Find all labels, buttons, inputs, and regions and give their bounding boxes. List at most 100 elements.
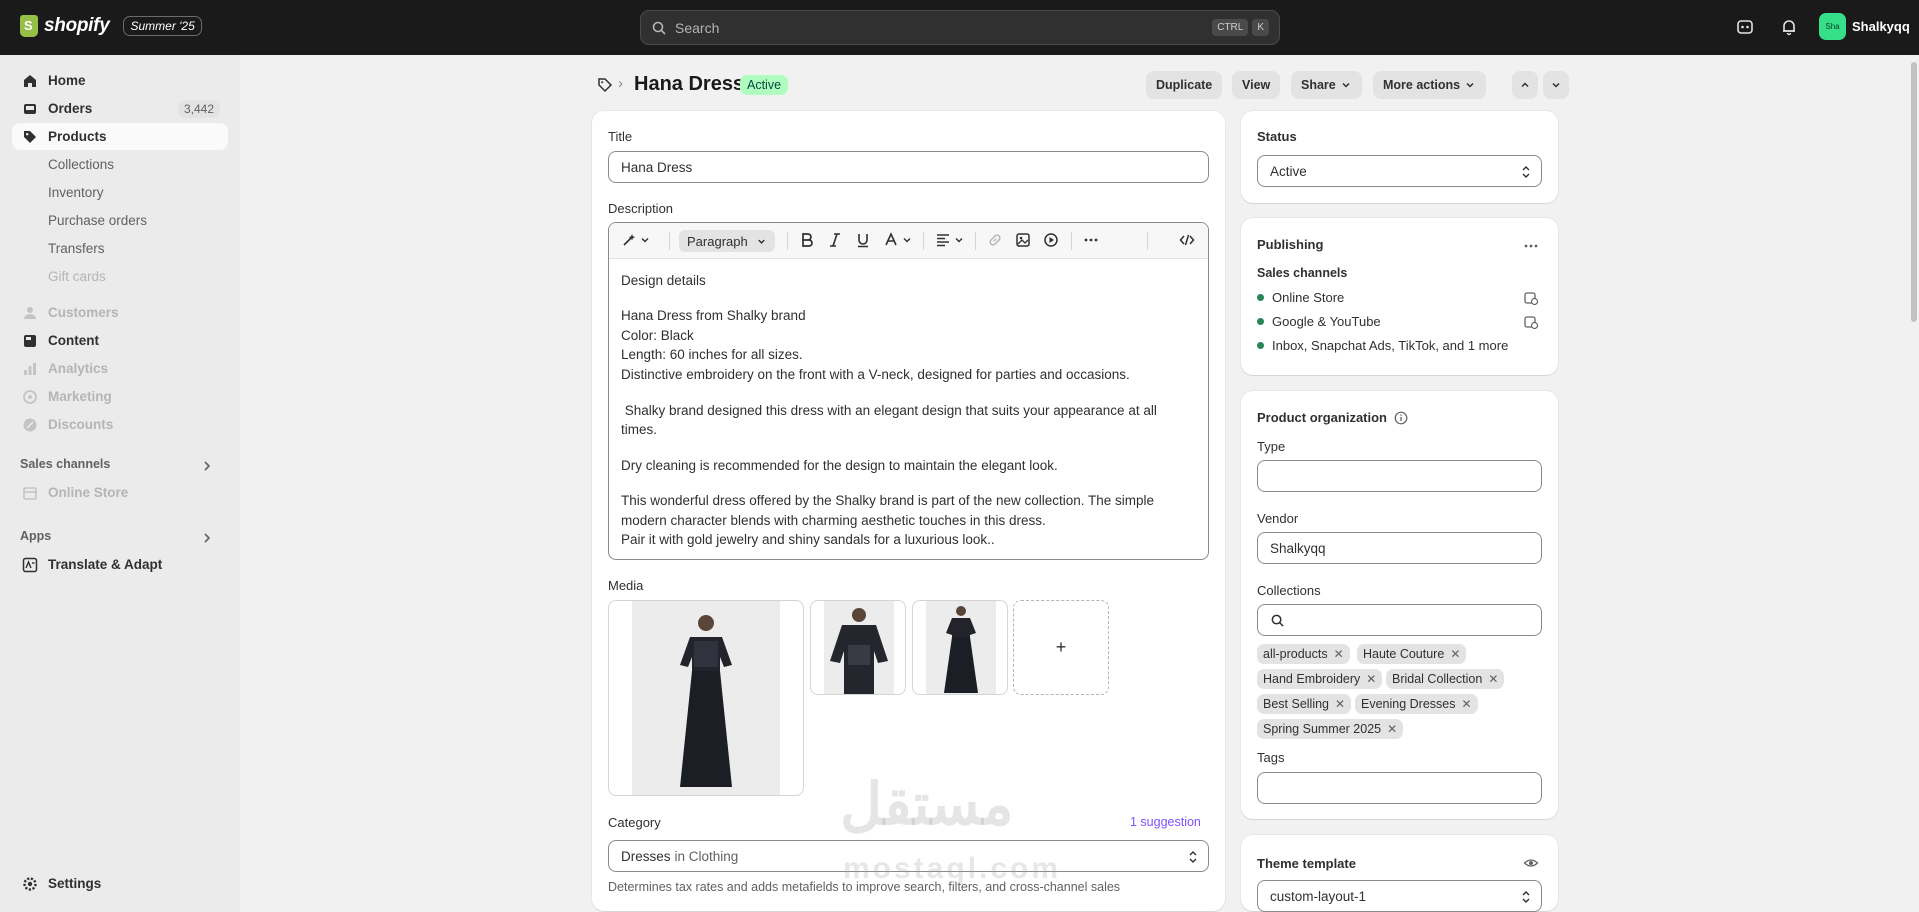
sidekick-icon[interactable]: [1736, 18, 1754, 36]
type-input[interactable]: [1257, 460, 1542, 492]
sidebar-item-label: Home: [48, 73, 86, 88]
link-icon[interactable]: [987, 232, 1003, 248]
more-horizontal-icon[interactable]: [1523, 238, 1539, 254]
collections-search-input[interactable]: [1257, 604, 1542, 636]
share-button[interactable]: Share: [1291, 71, 1362, 99]
remove-icon[interactable]: ✕: [1334, 647, 1344, 661]
sidebar-item-orders[interactable]: Orders 3,442: [12, 95, 228, 122]
sidebar-item-transfers[interactable]: Transfers: [12, 235, 228, 262]
paragraph-select[interactable]: Paragraph: [679, 230, 775, 252]
sidebar-item-label: Online Store: [48, 485, 129, 500]
toolbar-divider: [1071, 232, 1072, 250]
italic-icon[interactable]: [827, 232, 843, 248]
collection-chip: all-products ✕: [1257, 644, 1350, 664]
collections-label: Collections: [1257, 583, 1321, 598]
sales-channels-heading[interactable]: Sales channels: [20, 457, 110, 471]
chevron-down-icon[interactable]: [953, 232, 965, 248]
media-thumbnail[interactable]: [810, 600, 906, 695]
edition-badge[interactable]: Summer '25: [123, 16, 202, 36]
page-scrollbar[interactable]: [1911, 62, 1917, 322]
description-line: modern character blends with charming ae…: [621, 513, 1046, 528]
sidebar-item-inventory[interactable]: Inventory: [12, 179, 228, 206]
more-icon[interactable]: [1083, 232, 1099, 248]
sidebar-item-content[interactable]: Content: [12, 327, 228, 354]
sidebar-item-analytics[interactable]: Analytics: [12, 355, 228, 382]
magic-icon[interactable]: [621, 232, 637, 248]
bell-icon[interactable]: [1780, 18, 1798, 36]
sidebar-item-label: Products: [48, 129, 107, 144]
orders-count-badge: 3,442: [177, 99, 220, 118]
remove-icon[interactable]: ✕: [1366, 672, 1376, 686]
search-icon: [1271, 614, 1284, 627]
avatar: Sha: [1819, 13, 1846, 40]
code-icon[interactable]: [1179, 232, 1195, 248]
chevron-down-icon[interactable]: [639, 232, 651, 248]
page-header: › Hana Dress Active Duplicate View Share…: [592, 70, 1569, 100]
tag-icon[interactable]: [597, 77, 613, 93]
apps-heading[interactable]: Apps: [20, 529, 51, 543]
sidebar-item-purchase-orders[interactable]: Purchase orders: [12, 207, 228, 234]
media-label: Media: [608, 578, 644, 593]
chevron-right-icon[interactable]: [200, 459, 214, 473]
remove-icon[interactable]: ✕: [1335, 697, 1345, 711]
add-media-button[interactable]: +: [1013, 600, 1109, 695]
paragraph-label: Paragraph: [687, 233, 748, 249]
description-editor[interactable]: Paragraph Design details Hana Dress from…: [608, 222, 1209, 560]
video-icon[interactable]: [1043, 232, 1059, 248]
sidebar-item-home[interactable]: Home: [12, 67, 228, 94]
chevron-down-icon[interactable]: [901, 232, 913, 248]
schedule-icon[interactable]: [1523, 290, 1539, 306]
status-select[interactable]: Active: [1257, 155, 1542, 187]
shopify-bag-icon: [20, 15, 38, 37]
chevron-right-icon[interactable]: [200, 531, 214, 545]
media-thumbnail-main[interactable]: [608, 600, 804, 796]
chip-label: Evening Dresses: [1361, 697, 1456, 711]
page-title: Hana Dress: [634, 73, 745, 95]
schedule-icon[interactable]: [1523, 314, 1539, 330]
tags-input[interactable]: [1257, 772, 1542, 804]
underline-icon[interactable]: [855, 232, 871, 248]
media-thumbnail[interactable]: [912, 600, 1008, 695]
sidebar-item-gift-cards[interactable]: Gift cards: [12, 263, 228, 290]
remove-icon[interactable]: ✕: [1488, 672, 1498, 686]
next-product-button[interactable]: [1543, 71, 1569, 99]
info-icon[interactable]: [1394, 411, 1408, 425]
previous-product-button[interactable]: [1512, 71, 1538, 99]
select-arrows-icon: [1522, 166, 1530, 178]
sidebar-item-online-store[interactable]: Online Store: [12, 479, 228, 506]
sidebar-item-label: Discounts: [48, 417, 114, 432]
remove-icon[interactable]: ✕: [1462, 697, 1472, 711]
theme-template-select[interactable]: custom-layout-1: [1257, 880, 1542, 912]
sidebar-item-collections[interactable]: Collections: [12, 151, 228, 178]
sidebar-item-customers[interactable]: Customers: [12, 299, 228, 326]
duplicate-button[interactable]: Duplicate: [1146, 71, 1223, 99]
sidebar-item-translate-adapt[interactable]: Translate & Adapt: [12, 551, 228, 578]
image-icon[interactable]: [1015, 232, 1031, 248]
bold-icon[interactable]: [799, 232, 815, 248]
store-menu[interactable]: Sha Shalkyqq: [1819, 13, 1910, 40]
sidebar-item-discounts[interactable]: Discounts: [12, 411, 228, 438]
sidebar-item-products[interactable]: Products: [12, 123, 228, 150]
search-bar[interactable]: Search CTRL K: [640, 10, 1280, 45]
view-button[interactable]: View: [1232, 71, 1281, 99]
eye-icon[interactable]: [1523, 855, 1539, 871]
status-label: Status: [1257, 129, 1297, 144]
shopify-logo[interactable]: shopify Summer '25: [20, 15, 202, 37]
view-label: View: [1242, 78, 1271, 92]
align-left-icon[interactable]: [935, 232, 951, 248]
title-input[interactable]: Hana Dress: [608, 151, 1209, 183]
sidebar-item-marketing[interactable]: Marketing: [12, 383, 228, 410]
sidebar-item-settings[interactable]: Settings: [12, 870, 228, 897]
remove-icon[interactable]: ✕: [1387, 722, 1397, 736]
sidebar-item-label: Analytics: [48, 361, 109, 376]
inbox-icon: [24, 104, 36, 114]
shortcut-ctrl: CTRL: [1212, 19, 1249, 36]
collection-chip: Spring Summer 2025 ✕: [1257, 719, 1404, 739]
more-actions-button[interactable]: More actions: [1373, 71, 1487, 99]
select-arrows-icon: [1522, 891, 1530, 903]
category-suggestion-link[interactable]: 1 suggestion: [1130, 815, 1201, 829]
remove-icon[interactable]: ✕: [1450, 647, 1460, 661]
analytics-icon: [24, 363, 36, 375]
vendor-input[interactable]: Shalkyqq: [1257, 532, 1542, 564]
text-color-icon[interactable]: [883, 232, 899, 248]
